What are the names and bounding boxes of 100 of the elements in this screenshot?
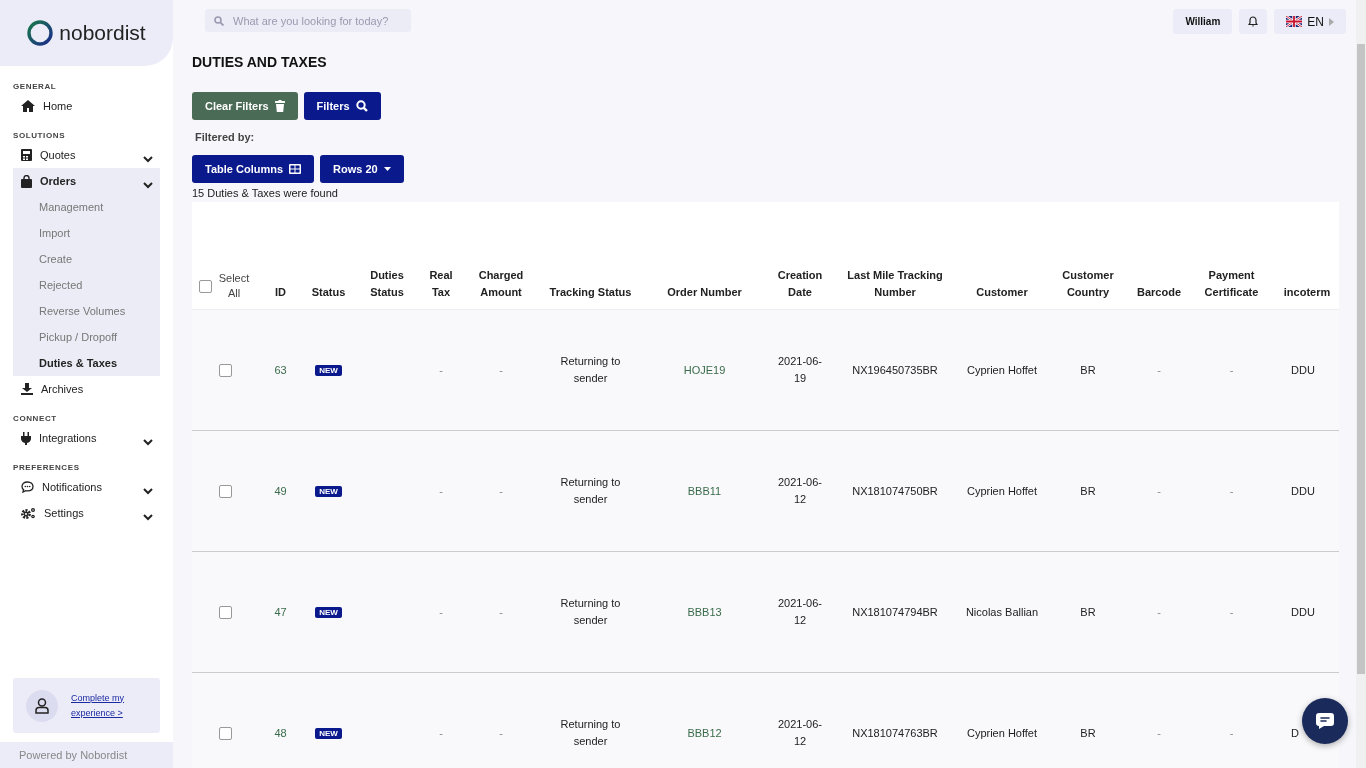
table-cell: -	[1188, 430, 1275, 552]
page-title: DUTIES AND TAXES	[192, 54, 328, 70]
section-heading: PREFERENCES	[13, 463, 81, 472]
table-cell: Cyprien Hoffet	[958, 430, 1046, 552]
nav-item[interactable]: Archives	[13, 376, 160, 402]
table-cell: BR	[1046, 309, 1130, 431]
select-all-label: Select All	[217, 271, 251, 301]
nav-item[interactable]: Home	[13, 93, 160, 119]
row-checkbox[interactable]	[218, 727, 232, 741]
logo-text: nobordist	[59, 21, 146, 45]
column-header: Creation Date	[768, 267, 832, 310]
nav-subitem[interactable]: Reverse Volumes	[13, 298, 160, 324]
nav-subitem[interactable]: Pickup / Dropoff	[13, 324, 160, 350]
table-cell: Cyprien Hoffet	[958, 309, 1046, 431]
table-cell: 47	[258, 551, 303, 673]
search-icon	[355, 100, 368, 112]
column-header: Barcode	[1130, 267, 1188, 310]
table-cell: -	[420, 551, 462, 673]
user-icon	[35, 697, 49, 714]
caret-down-icon	[383, 167, 391, 171]
table-cell: Returning to sender	[540, 309, 641, 431]
table-cell: 63	[258, 309, 303, 431]
caret-right-icon	[1329, 17, 1334, 26]
flag-icon	[1286, 16, 1303, 27]
table-cell: BR	[1046, 551, 1130, 673]
table-cell: -	[1188, 551, 1275, 673]
gears-icon	[21, 507, 36, 519]
chevron-down-icon	[143, 181, 153, 189]
status-badge: NEW	[315, 486, 342, 497]
chevron-down-icon	[143, 155, 153, 163]
nav-subitem[interactable]: Create	[13, 246, 160, 272]
notifications-button[interactable]	[1239, 9, 1268, 34]
table-cell: 2021-06-19	[768, 309, 832, 431]
nav-subitem[interactable]: Duties & Taxes	[13, 350, 160, 376]
column-header: Charged Amount	[462, 267, 540, 310]
speech-bubble-icon	[21, 481, 34, 493]
nav-item[interactable]: Settings	[13, 500, 160, 526]
nav-subitem[interactable]: Rejected	[13, 272, 160, 298]
user-menu-button[interactable]: William	[1173, 9, 1233, 34]
grid-icon	[289, 164, 302, 174]
table-columns-button[interactable]: Table Columns	[192, 155, 315, 183]
column-header: Customer	[958, 267, 1046, 310]
column-header: Payment Certificate	[1188, 267, 1275, 310]
order-link[interactable]: BBB13	[641, 551, 768, 673]
column-header: Real Tax	[420, 267, 462, 310]
filtered-by-label: Filtered by:	[195, 131, 256, 143]
filters-button[interactable]: Filters	[303, 92, 381, 120]
complete-profile-link[interactable]: Complete my experience >	[71, 690, 141, 721]
column-header: Order Number	[641, 267, 768, 310]
column-header: ID	[258, 267, 303, 310]
plug-icon	[21, 431, 31, 445]
select-all-checkbox[interactable]	[199, 279, 212, 293]
clear-filters-button[interactable]: Clear Filters	[192, 92, 298, 120]
row-checkbox[interactable]	[218, 606, 232, 620]
status-badge: NEW	[315, 607, 342, 618]
table-cell: DDU	[1275, 430, 1339, 552]
status-badge: NEW	[315, 365, 342, 376]
table-cell: 49	[258, 430, 303, 552]
table-cell: -	[462, 309, 540, 431]
nav-item[interactable]: Quotes	[13, 142, 160, 168]
logo-ring-icon	[27, 20, 54, 46]
rows-dropdown[interactable]: Rows 20	[320, 155, 404, 183]
column-header: incoterm	[1275, 267, 1339, 310]
order-link[interactable]: HOJE19	[641, 309, 768, 431]
row-checkbox[interactable]	[218, 364, 232, 378]
table-cell: BR	[1046, 430, 1130, 552]
chevron-down-icon	[143, 438, 153, 446]
row-checkbox[interactable]	[218, 485, 232, 499]
column-header: Customer Country	[1046, 267, 1130, 310]
powered-by-footer: Powered by Nobordist	[0, 742, 173, 768]
table-cell: Returning to sender	[540, 430, 641, 552]
nav-subitem[interactable]: Import	[13, 220, 160, 246]
table-cell: NX196450735BR	[832, 309, 958, 431]
column-header: Last Mile Tracking Number	[832, 267, 958, 310]
table-cell: NX181074750BR	[832, 430, 958, 552]
table-cell: -	[462, 551, 540, 673]
table-cell: -	[1130, 309, 1188, 431]
section-heading: SOLUTIONS	[13, 131, 67, 140]
section-heading: GENERAL	[13, 82, 58, 91]
chevron-down-icon	[143, 487, 153, 495]
column-header: Status	[303, 267, 354, 310]
nav-subitem[interactable]: Management	[13, 194, 160, 220]
column-header: Tracking Status	[540, 267, 641, 310]
search-field[interactable]: What are you looking for today?	[205, 9, 411, 32]
download-icon	[21, 383, 33, 395]
table-cell: NX181074794BR	[832, 551, 958, 673]
status-badge: NEW	[315, 728, 342, 739]
bag-icon	[21, 174, 32, 188]
nav-item[interactable]: Integrations	[13, 425, 160, 451]
scrollbar[interactable]	[1356, 0, 1366, 768]
chevron-down-icon	[143, 513, 153, 521]
home-icon	[21, 100, 35, 112]
chat-icon	[1315, 712, 1335, 730]
nav-item[interactable]: Notifications	[13, 474, 160, 500]
table-cell: -	[1188, 309, 1275, 431]
table-cell: Nicolas Ballian	[958, 551, 1046, 673]
table-cell: 2021-06-12	[768, 551, 832, 673]
calculator-icon	[21, 149, 32, 161]
order-link[interactable]: BBB11	[641, 430, 768, 552]
language-button[interactable]: EN	[1274, 9, 1346, 34]
